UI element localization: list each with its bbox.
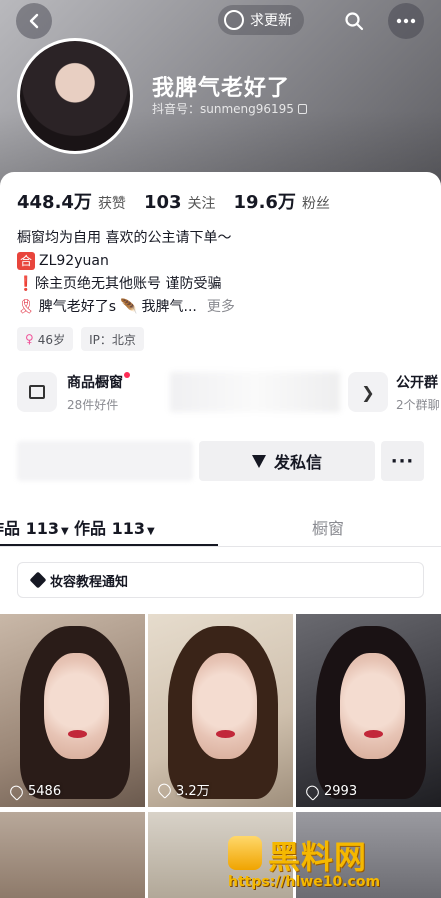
thumbnail-image xyxy=(148,812,221,898)
following-count[interactable]: 103 xyxy=(144,192,182,213)
followers-count[interactable]: 19.6万 xyxy=(234,188,296,214)
likes-count: 448.4万 xyxy=(17,192,92,213)
hand-icon xyxy=(224,10,244,30)
public-group-title: 公开群 xyxy=(396,374,438,391)
tab-works[interactable]: 作品 113 ▼ xyxy=(74,515,155,539)
shopping-bag-icon xyxy=(17,372,57,412)
request-update-label: 求更新 xyxy=(250,13,292,29)
tab-works-ghost[interactable]: 作品 113▼ xyxy=(0,515,69,539)
notification-dot xyxy=(124,371,130,378)
bio-line-2: ZL92yuan xyxy=(39,252,109,269)
followers-label[interactable]: 粉丝 xyxy=(302,193,330,213)
caret-down-icon: ▼ xyxy=(146,526,155,537)
bio-line-4: 脾气老好了s xyxy=(38,298,117,315)
heart-icon xyxy=(155,780,174,799)
video-thumbnail[interactable] xyxy=(0,812,145,898)
age-tag: ♀ 46岁 xyxy=(17,327,74,351)
thumbnail-image xyxy=(0,812,102,898)
video-likes: 5486 xyxy=(7,782,62,801)
thumbnail-face xyxy=(339,652,405,759)
avatar[interactable] xyxy=(17,38,133,154)
ip-tag: IP：北京 xyxy=(81,327,144,351)
stats-row: 448.4万 获赞 103 关注 19.6万 粉丝 xyxy=(17,188,348,214)
tab-shop-window[interactable]: 橱窗 xyxy=(312,515,344,539)
send-message-label: 发私信 xyxy=(273,453,322,472)
public-group-entry[interactable]: ❯ 公开群 2个群聊 xyxy=(348,367,441,417)
shop-window-subtitle: 28件好件 xyxy=(67,397,119,412)
profile-tabs: 作品 113▼ 作品 113▼ 橱窗 xyxy=(0,505,441,547)
thumbnail-lips xyxy=(216,729,235,738)
video-likes-count: 5486 xyxy=(28,784,62,799)
nickname: 我脾气老好了 xyxy=(152,76,291,101)
following-label[interactable]: 关注 xyxy=(188,193,216,213)
collection-label: 妆容教程通知 xyxy=(50,574,129,590)
douyin-id-text: 抖音号：sunmeng96195 xyxy=(152,102,294,116)
public-group-subtitle: 2个群聊 xyxy=(396,397,440,412)
more-actions-button[interactable]: ··· xyxy=(381,441,424,481)
video-thumbnail[interactable]: 5486 xyxy=(0,614,145,807)
douyin-id[interactable]: 抖音号：sunmeng96195 xyxy=(152,100,307,117)
request-update-button[interactable]: 求更新 xyxy=(218,5,304,35)
blurred-region xyxy=(170,372,340,412)
layers-icon xyxy=(29,571,47,589)
more-options-button[interactable] xyxy=(388,3,424,39)
age-text: 46岁 xyxy=(37,332,66,347)
send-message-button[interactable]: 发私信 xyxy=(199,441,375,481)
copy-icon[interactable] xyxy=(297,103,307,114)
group-chat-icon: ❯ xyxy=(348,372,388,412)
bio-line-3: 除主页绝无其他账号 谨防受骗 xyxy=(35,275,222,292)
thumbnail-lips xyxy=(364,729,383,738)
tab-works-ghost-label: 作品 113 xyxy=(0,519,59,538)
watermark-brand: 黑料网 xyxy=(268,838,368,876)
video-thumbnail[interactable]: 2993 xyxy=(296,614,441,807)
profile-tags: ♀ 46岁 IP：北京 xyxy=(17,327,144,351)
heart-icon xyxy=(303,782,322,801)
shop-window-entry[interactable]: 商品橱窗 28件好件 xyxy=(17,367,177,417)
chevron-left-icon xyxy=(29,13,39,29)
ellipsis-icon xyxy=(396,18,416,24)
exclamation-icon: ❗ xyxy=(17,275,35,292)
caret-down-icon: ▼ xyxy=(60,526,69,537)
video-likes: 2993 xyxy=(303,782,358,801)
watermark-url: https://hlwe10.com xyxy=(228,874,381,890)
likes-label: 获赞 xyxy=(97,196,126,212)
back-button[interactable] xyxy=(16,3,52,39)
bio-line-1: 橱窗均为自用 喜欢的公主请下单～ xyxy=(17,229,232,246)
tab-works-label: 作品 113 xyxy=(74,519,145,538)
bio-more-link[interactable]: 更多 xyxy=(207,296,235,318)
ribbon-icon: 🎗 xyxy=(17,298,35,315)
bio-line-4-tail: 我脾气... xyxy=(141,298,197,315)
search-button[interactable] xyxy=(336,3,372,39)
video-likes-count: 2993 xyxy=(324,784,358,799)
search-icon xyxy=(345,12,364,31)
collection-pill[interactable]: 妆容教程通知 xyxy=(17,562,424,598)
female-icon: ♀ xyxy=(25,332,34,346)
active-tab-indicator xyxy=(0,544,218,546)
cooperation-badge-icon: 合 xyxy=(17,251,35,270)
video-likes: 3.2万 xyxy=(155,780,210,799)
ip-text: IP：北京 xyxy=(89,332,136,347)
thumbnail-lips xyxy=(68,729,87,738)
feather-icon: 🪶 xyxy=(120,298,138,315)
shop-window-title-text: 商品橱窗 xyxy=(67,374,123,391)
shop-window-title: 商品橱窗 xyxy=(67,371,130,392)
send-icon xyxy=(251,454,266,468)
heart-icon xyxy=(7,782,26,801)
thumbnail-face xyxy=(43,652,109,759)
video-likes-count: 3.2万 xyxy=(176,784,210,799)
watermark: 黑料网 https://hlwe10.com xyxy=(228,832,438,894)
follow-button-blurred[interactable] xyxy=(17,441,193,481)
watermark-logo-icon xyxy=(228,836,262,870)
video-thumbnail[interactable]: 3.2万 xyxy=(148,614,293,807)
thumbnail-face xyxy=(191,652,257,759)
bio: 橱窗均为自用 喜欢的公主请下单～ 合 ZL92yuan ❗ 除主页绝无其他账号 … xyxy=(17,226,235,318)
